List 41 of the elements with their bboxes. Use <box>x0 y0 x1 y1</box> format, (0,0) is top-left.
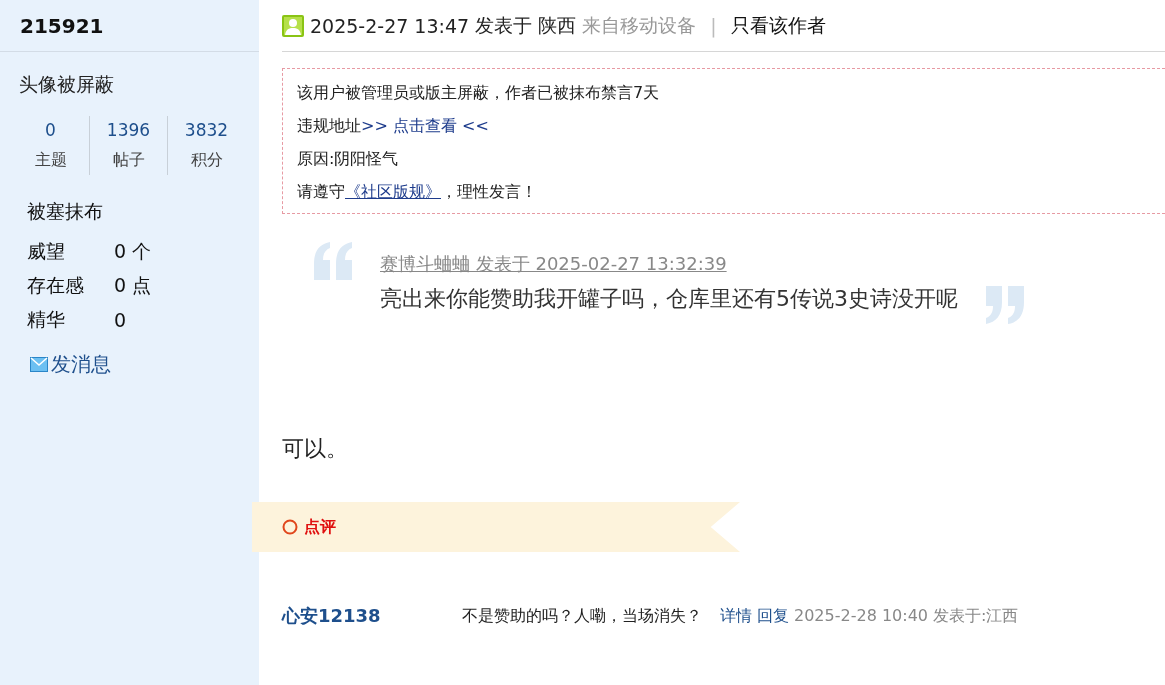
comment-time: 2025-2-28 10:40 发表于:江西 <box>794 605 1019 627</box>
post-source: 来自移动设备 <box>582 12 697 38</box>
comment-user[interactable]: 心安12138 <box>282 604 462 628</box>
comment-title: 点评 <box>304 516 336 538</box>
separator: | <box>710 14 717 37</box>
notice-link[interactable]: 《社区版规》 <box>345 182 441 201</box>
stat-label: 主题 <box>34 150 67 171</box>
detail-value: 0 <box>114 309 127 331</box>
detail-label: 存在感 <box>27 273 85 298</box>
stat-label: 帖子 <box>112 150 145 171</box>
notice-line: 请遵守《社区版规》，理性发言！ <box>297 182 538 203</box>
post-date: 2025-2-27 13:47 <box>310 14 470 37</box>
detail-label: 威望 <box>27 239 66 264</box>
comment-action-link[interactable]: 回复 <box>757 605 789 627</box>
close-quote-icon <box>984 284 1026 326</box>
post-body: 可以。 <box>282 435 349 463</box>
user-id: 215921 <box>20 13 104 38</box>
stat-value[interactable]: 1396 <box>106 120 151 140</box>
user-group: 被塞抹布 <box>27 199 259 225</box>
detail-value: 0 个 <box>114 239 152 264</box>
stat-value[interactable]: 0 <box>45 120 56 140</box>
detail-value: 0 点 <box>114 273 152 298</box>
stat-value[interactable]: 3832 <box>184 120 229 140</box>
envelope-icon <box>30 357 48 372</box>
post-location: 发表于 陕西 <box>475 12 577 38</box>
notice-line: 原因:阴阳怪气 <box>297 149 400 170</box>
avatar-note: 头像被屏蔽 <box>19 72 115 97</box>
notice-line: 该用户被管理员或版主屏蔽，作者已被抹布禁言7天 <box>297 83 661 104</box>
send-message-link[interactable]: 发消息 <box>30 351 111 378</box>
quote-text: 亮出来你能赞助我开罐子吗，仓库里还有5传说3史诗没开呢 <box>380 285 958 313</box>
stat-label: 积分 <box>190 150 223 171</box>
notice-link[interactable]: >> 点击查看 << <box>361 116 489 135</box>
comment-action-link[interactable]: 详情 <box>720 605 752 627</box>
notice-line: 违规地址>> 点击查看 << <box>297 116 490 137</box>
author-only-link[interactable]: 只看该作者 <box>730 12 826 39</box>
open-quote-icon <box>312 240 354 282</box>
detail-label: 精华 <box>27 307 66 332</box>
circle-icon <box>282 519 298 535</box>
user-avatar-icon <box>282 14 304 37</box>
quote-author[interactable]: 赛博斗蛐蛐 发表于 2025-02-27 13:32:39 <box>380 252 727 276</box>
comment-text: 不是赞助的吗？人嘞，当场消失？ <box>462 605 702 627</box>
